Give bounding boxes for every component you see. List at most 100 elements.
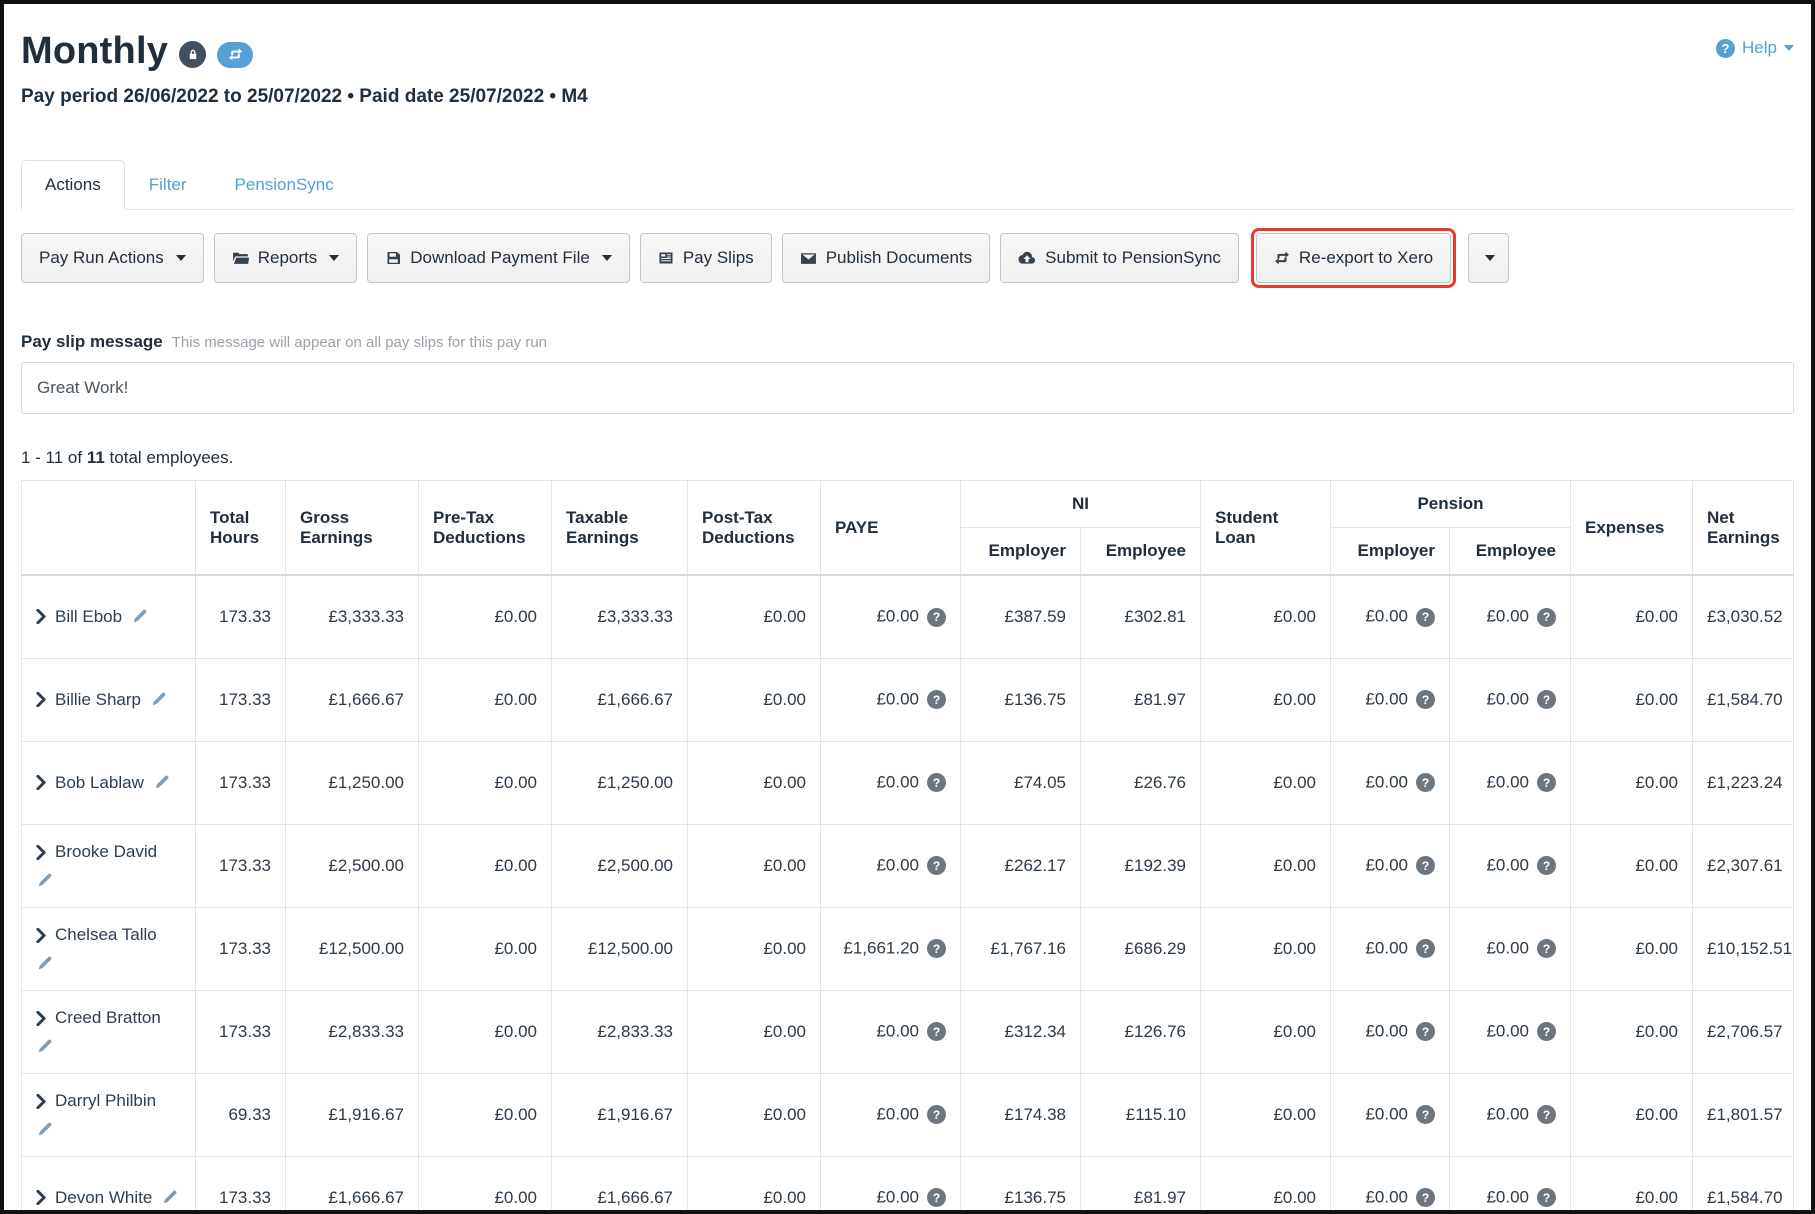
pay-slips-button[interactable]: Pay Slips <box>640 233 772 283</box>
help-circle-icon[interactable]: ? <box>1416 1022 1435 1041</box>
page-header: Monthly Pay period 26/06/2022 to 25/07/2… <box>21 22 1794 108</box>
employee-expand-cell[interactable]: Devon White <box>22 1156 196 1214</box>
col-pension-employer: Employer <box>1331 528 1450 576</box>
employee-expand-cell[interactable]: Bill Ebob <box>22 575 196 658</box>
help-circle-icon[interactable]: ? <box>927 939 946 958</box>
cell-gross-earnings: £1,916.67 <box>286 1073 419 1156</box>
cell-net-earnings: £2,307.61 <box>1693 824 1794 907</box>
table-row: Billie Sharp 173.33 £1,666.67 £0.00 £1,6… <box>22 658 1794 741</box>
edit-pencil-icon[interactable] <box>36 1121 53 1138</box>
employee-expand-cell[interactable]: Brooke David <box>22 824 196 907</box>
table-row: Creed Bratton 173.33 £2,833.33 £0.00 £2,… <box>22 990 1794 1073</box>
cell-pension-employer: £0.00? <box>1331 907 1450 990</box>
cell-student-loan: £0.00 <box>1201 907 1331 990</box>
col-employee <box>22 481 196 576</box>
reports-button[interactable]: Reports <box>214 233 358 283</box>
cell-paye: £0.00? <box>821 990 961 1073</box>
table-row: Chelsea Tallo 173.33 £12,500.00 £0.00 £1… <box>22 907 1794 990</box>
help-circle-icon[interactable]: ? <box>1416 1188 1435 1207</box>
help-circle-icon[interactable]: ? <box>927 1105 946 1124</box>
help-circle-icon[interactable]: ? <box>1537 939 1556 958</box>
save-icon <box>385 250 401 266</box>
help-circle-icon[interactable]: ? <box>1416 1105 1435 1124</box>
employee-expand-cell[interactable]: Darryl Philbin <box>22 1073 196 1156</box>
cell-ni-employer: £1,767.16 <box>961 907 1081 990</box>
employee-expand-cell[interactable]: Billie Sharp <box>22 658 196 741</box>
chevron-right-icon <box>36 845 46 860</box>
help-circle-icon[interactable]: ? <box>927 608 946 627</box>
cell-total-hours: 173.33 <box>196 741 286 824</box>
employee-expand-cell[interactable]: Bob Lablaw <box>22 741 196 824</box>
col-total-hours: Total Hours <box>196 481 286 576</box>
edit-pencil-icon[interactable] <box>36 1038 53 1055</box>
payslip-message-section: Pay slip message This message will appea… <box>21 332 1794 414</box>
employee-name: Chelsea Tallo <box>55 925 157 945</box>
help-circle-icon[interactable]: ? <box>1416 690 1435 709</box>
edit-pencil-icon[interactable] <box>36 955 53 972</box>
edit-pencil-icon[interactable] <box>153 774 170 791</box>
download-payment-file-button[interactable]: Download Payment File <box>367 233 630 283</box>
col-net-earnings: Net Earnings <box>1693 481 1794 576</box>
tab-actions[interactable]: Actions <box>21 160 125 210</box>
help-circle-icon[interactable]: ? <box>927 690 946 709</box>
pay-period-subtitle: Pay period 26/06/2022 to 25/07/2022 • Pa… <box>21 86 588 108</box>
edit-pencil-icon[interactable] <box>36 872 53 889</box>
payslip-message-input[interactable] <box>21 362 1794 414</box>
help-circle-icon[interactable]: ? <box>1537 773 1556 792</box>
help-circle-icon[interactable]: ? <box>927 1188 946 1207</box>
help-circle-icon[interactable]: ? <box>1537 1105 1556 1124</box>
edit-pencil-icon[interactable] <box>150 691 167 708</box>
help-circle-icon[interactable]: ? <box>1537 856 1556 875</box>
cell-ni-employee: £81.97 <box>1081 1156 1201 1214</box>
cell-pension-employee: £0.00? <box>1450 824 1571 907</box>
cell-taxable-earnings: £1,666.67 <box>552 1156 688 1214</box>
cell-ni-employer: £387.59 <box>961 575 1081 658</box>
cell-pension-employer: £0.00? <box>1331 990 1450 1073</box>
tab-filter[interactable]: Filter <box>125 160 211 210</box>
re-export-to-xero-button[interactable]: Re-export to Xero <box>1256 233 1451 283</box>
caret-down-icon <box>1784 45 1794 51</box>
help-circle-icon[interactable]: ? <box>927 856 946 875</box>
cell-total-hours: 173.33 <box>196 990 286 1073</box>
cell-paye: £0.00? <box>821 658 961 741</box>
edit-pencil-icon[interactable] <box>161 1189 178 1206</box>
help-circle-icon[interactable]: ? <box>1537 690 1556 709</box>
col-ni-employee: Employee <box>1081 528 1201 576</box>
employee-name: Bill Ebob <box>55 607 122 627</box>
help-circle-icon[interactable]: ? <box>1537 1022 1556 1041</box>
help-circle-icon[interactable]: ? <box>1416 608 1435 627</box>
toolbar-overflow-button[interactable] <box>1468 233 1509 283</box>
help-circle-icon[interactable]: ? <box>1537 1188 1556 1207</box>
employee-expand-cell[interactable]: Chelsea Tallo <box>22 907 196 990</box>
help-menu[interactable]: ? Help <box>1716 38 1794 58</box>
cell-taxable-earnings: £1,666.67 <box>552 658 688 741</box>
help-circle-icon[interactable]: ? <box>1537 608 1556 627</box>
help-circle-icon[interactable]: ? <box>927 773 946 792</box>
cell-net-earnings: £2,706.57 <box>1693 990 1794 1073</box>
cell-paye: £1,661.20? <box>821 907 961 990</box>
cell-pension-employee: £0.00? <box>1450 990 1571 1073</box>
employee-name: Bob Lablaw <box>55 773 144 793</box>
cell-pension-employer: £0.00? <box>1331 1156 1450 1214</box>
help-circle-icon[interactable]: ? <box>927 1022 946 1041</box>
employee-expand-cell[interactable]: Creed Bratton <box>22 990 196 1073</box>
publish-documents-button[interactable]: Publish Documents <box>782 233 990 283</box>
cell-pension-employer: £0.00? <box>1331 741 1450 824</box>
envelope-icon <box>800 250 817 267</box>
edit-pencil-icon[interactable] <box>131 608 148 625</box>
toolbar: Pay Run Actions Reports Download Payment… <box>21 210 1794 300</box>
help-circle-icon[interactable]: ? <box>1416 773 1435 792</box>
submit-to-pensionsync-button[interactable]: Submit to PensionSync <box>1000 233 1239 283</box>
cell-paye: £0.00? <box>821 741 961 824</box>
pay-run-actions-button[interactable]: Pay Run Actions <box>21 233 204 283</box>
employee-table: Total Hours Gross Earnings Pre-Tax Deduc… <box>21 480 1794 1214</box>
cell-ni-employer: £136.75 <box>961 658 1081 741</box>
cell-post-tax-deductions: £0.00 <box>688 990 821 1073</box>
cell-taxable-earnings: £2,833.33 <box>552 990 688 1073</box>
help-circle-icon[interactable]: ? <box>1416 856 1435 875</box>
help-circle-icon[interactable]: ? <box>1416 939 1435 958</box>
tab-pensionsync[interactable]: PensionSync <box>211 160 358 210</box>
cell-pre-tax-deductions: £0.00 <box>419 990 552 1073</box>
table-row: Brooke David 173.33 £2,500.00 £0.00 £2,5… <box>22 824 1794 907</box>
employee-name: Devon White <box>55 1188 152 1208</box>
